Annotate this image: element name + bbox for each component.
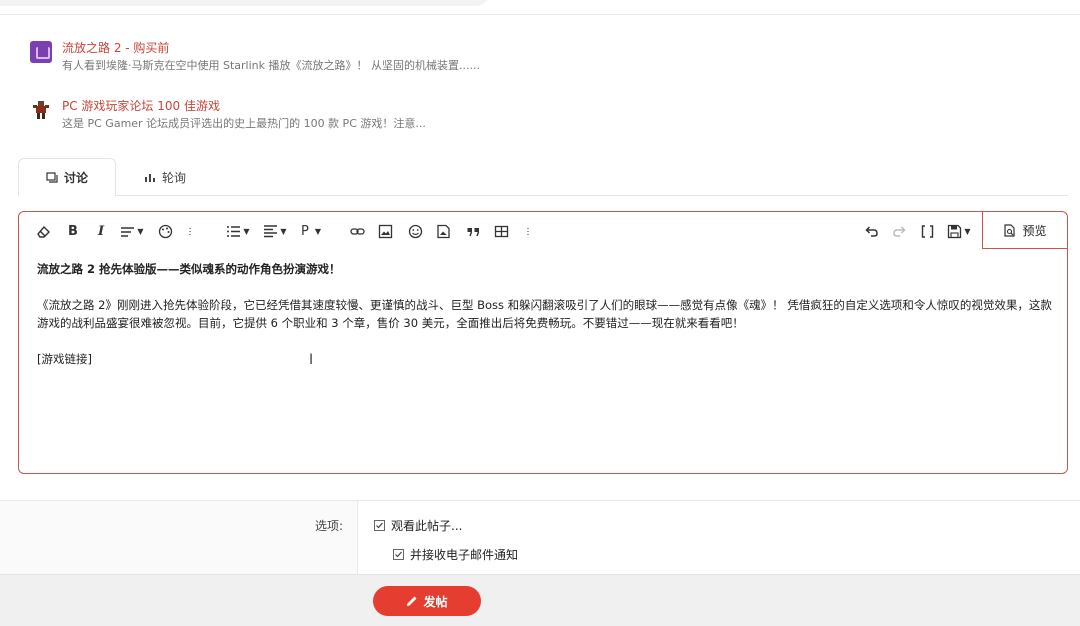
character-thumbnail-icon bbox=[30, 99, 52, 121]
link-icon[interactable] bbox=[349, 223, 365, 239]
editor-toolbar: B I ▼ ▼ ▼ P ▼ ▼ 预览 bbox=[19, 212, 1067, 250]
editor-content[interactable]: 流放之路 2 抢先体验版——类似魂系的动作角色扮演游戏！ 《流放之路 2》刚刚进… bbox=[37, 260, 1052, 386]
search-bar-remnant[interactable] bbox=[0, 0, 490, 6]
more-vertical-icon[interactable] bbox=[523, 223, 533, 239]
chevron-down-icon: ▼ bbox=[314, 226, 321, 236]
media-icon[interactable] bbox=[435, 223, 451, 239]
bar-chart-icon bbox=[145, 174, 155, 182]
watch-thread-checkbox[interactable]: 观看此帖子... bbox=[374, 517, 462, 534]
palette-icon[interactable] bbox=[157, 223, 173, 239]
options-label-column: 选项: bbox=[0, 501, 358, 575]
chevron-down-icon: ▼ bbox=[964, 226, 971, 236]
related-thread-title[interactable]: 流放之路 2 - 购买前 bbox=[62, 39, 169, 56]
email-notify-checkbox[interactable]: 并接收电子邮件通知 bbox=[393, 546, 518, 563]
preview-label: 预览 bbox=[1022, 223, 1047, 238]
discussion-icon bbox=[46, 171, 58, 183]
watch-thread-label: 观看此帖子... bbox=[391, 519, 463, 533]
preview-button[interactable]: 预览 bbox=[982, 212, 1067, 249]
form-footer: 发帖 bbox=[0, 574, 1080, 626]
top-strip bbox=[0, 0, 1080, 16]
text-cursor-icon: I bbox=[309, 352, 314, 368]
submit-label: 发帖 bbox=[423, 594, 448, 609]
divider bbox=[0, 14, 1080, 15]
pencil-icon bbox=[407, 596, 417, 606]
game-thumbnail-icon bbox=[30, 41, 52, 63]
checkbox-checked-icon bbox=[374, 520, 385, 531]
redo-icon[interactable] bbox=[891, 223, 907, 239]
more-vertical-icon[interactable] bbox=[185, 223, 195, 239]
related-thread-item[interactable]: 流放之路 2 - 购买前 有人看到埃隆·马斯克在空中使用 Starlink 播放… bbox=[30, 36, 730, 94]
italic-button[interactable]: I bbox=[93, 223, 109, 239]
post-editor[interactable]: B I ▼ ▼ ▼ P ▼ ▼ 预览 流放之路 2 抢先体验版——类似魂系的动作… bbox=[18, 211, 1068, 474]
email-notify-label: 并接收电子邮件通知 bbox=[410, 548, 519, 562]
related-thread-item[interactable]: PC 游戏玩家论坛 100 佳游戏 这是 PC Gamer 论坛成员评选出的史上… bbox=[30, 94, 730, 152]
paragraph-dropdown[interactable]: P ▼ bbox=[299, 223, 323, 239]
undo-icon[interactable] bbox=[863, 223, 879, 239]
tab-discussion-label: 讨论 bbox=[63, 171, 88, 185]
chevron-down-icon: ▼ bbox=[280, 226, 287, 236]
tab-poll-label: 轮询 bbox=[162, 170, 187, 185]
post-heading: 流放之路 2 抢先体验版——类似魂系的动作角色扮演游戏！ bbox=[37, 262, 341, 276]
options-label: 选项: bbox=[314, 519, 343, 533]
paragraph-label: P bbox=[301, 223, 309, 239]
preview-icon bbox=[1004, 223, 1016, 237]
bold-button[interactable]: B bbox=[65, 223, 81, 239]
chevron-down-icon: ▼ bbox=[243, 226, 250, 236]
list-dropdown[interactable]: ▼ bbox=[224, 223, 252, 239]
submit-post-button[interactable]: 发帖 bbox=[373, 586, 481, 616]
table-icon[interactable] bbox=[493, 223, 509, 239]
eraser-icon[interactable] bbox=[35, 223, 51, 239]
align-dropdown[interactable]: ▼ bbox=[261, 223, 289, 239]
tab-poll[interactable]: 轮询 bbox=[144, 158, 204, 196]
post-body: 《流放之路 2》刚刚进入抢先体验阶段，它已经凭借其速度较慢、更谨慎的战斗、巨型 … bbox=[37, 298, 1052, 330]
checkbox-checked-icon bbox=[393, 549, 404, 560]
related-thread-title[interactable]: PC 游戏玩家论坛 100 佳游戏 bbox=[62, 97, 220, 114]
post-options: 选项: 观看此帖子... 并接收电子邮件通知 bbox=[0, 500, 1080, 575]
text-style-dropdown[interactable]: ▼ bbox=[119, 223, 145, 239]
source-code-icon[interactable] bbox=[919, 223, 935, 239]
related-thread-desc: 这是 PC Gamer 论坛成员评选出的史上最热门的 100 款 PC 游戏！注… bbox=[62, 117, 426, 130]
quote-icon[interactable] bbox=[465, 223, 481, 239]
tab-discussion[interactable]: 讨论 bbox=[18, 158, 116, 197]
image-icon[interactable] bbox=[377, 223, 393, 239]
save-draft-dropdown[interactable]: ▼ bbox=[945, 223, 973, 239]
related-thread-desc: 有人看到埃隆·马斯克在空中使用 Starlink 播放《流放之路》！ 从坚固的机… bbox=[62, 59, 480, 72]
related-threads: 流放之路 2 - 购买前 有人看到埃隆·马斯克在空中使用 Starlink 播放… bbox=[30, 36, 730, 152]
editor-tabs: 讨论 轮询 bbox=[18, 158, 1068, 197]
post-link-placeholder: [游戏链接] bbox=[37, 352, 92, 366]
chevron-down-icon: ▼ bbox=[137, 226, 144, 236]
emoji-icon[interactable] bbox=[407, 223, 423, 239]
